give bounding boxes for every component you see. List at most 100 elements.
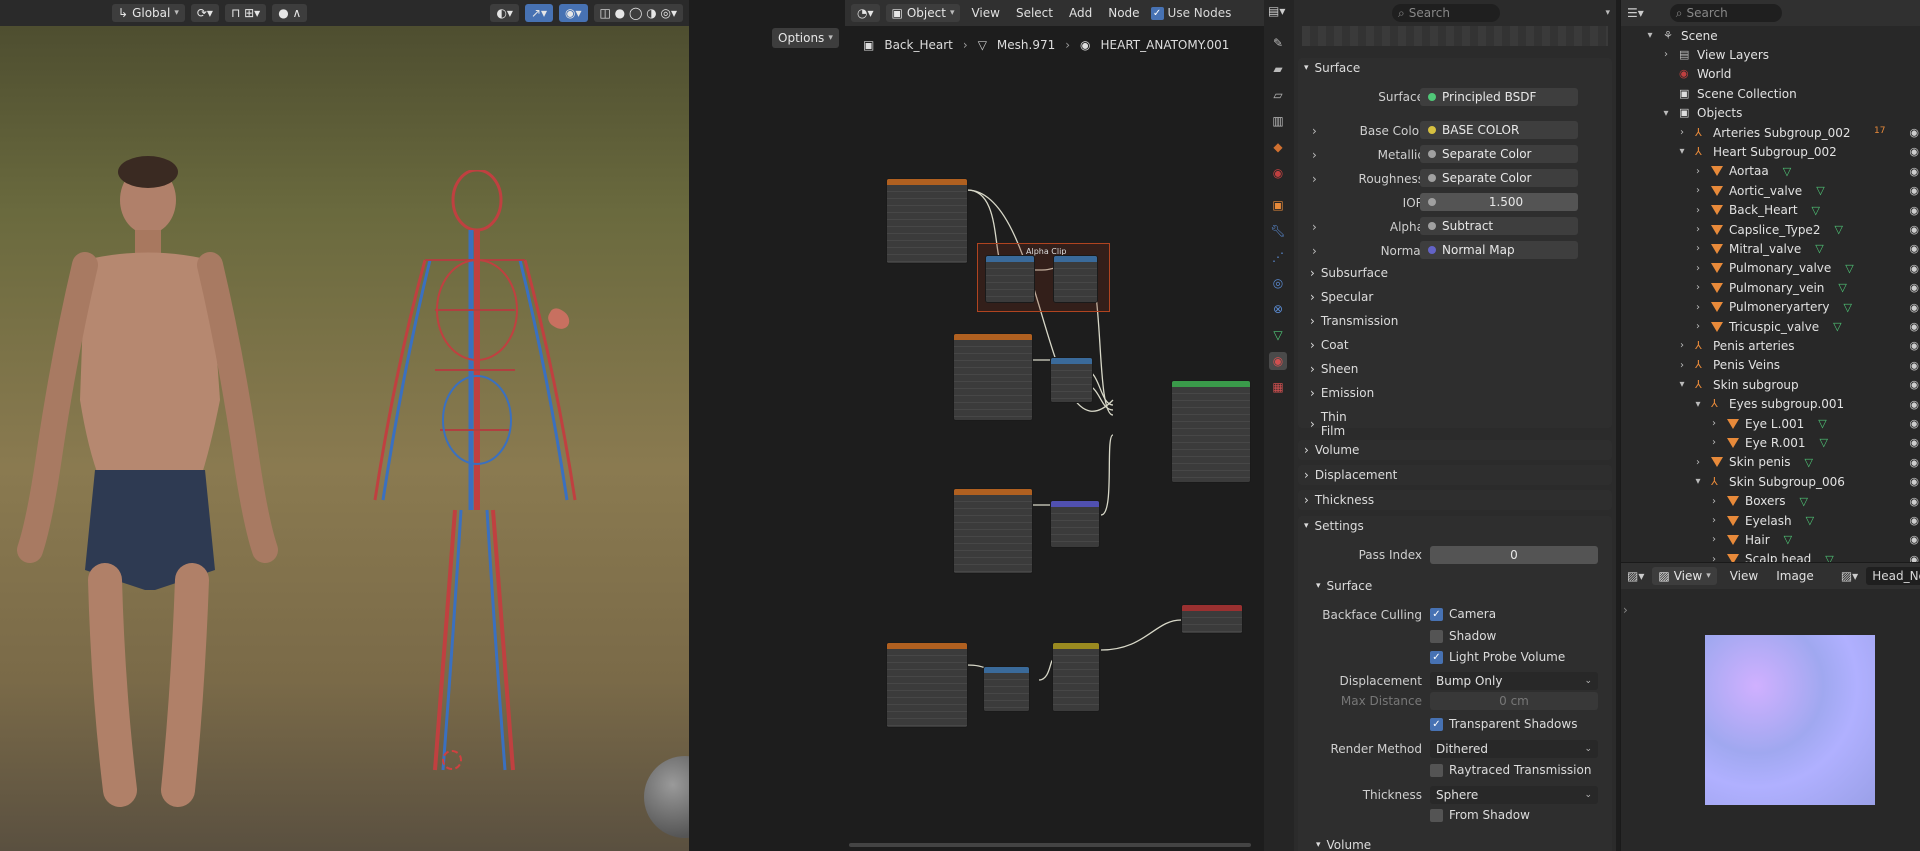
scene-tab-icon[interactable]: ◆ xyxy=(1269,138,1287,156)
chevron-right-icon[interactable]: › xyxy=(1691,282,1705,293)
settings-panel-header[interactable]: ▾ Settings xyxy=(1304,519,1364,533)
chevron-right-icon[interactable]: › xyxy=(1691,243,1705,254)
outliner-item[interactable]: ▾ ▣ Objects xyxy=(1659,104,1742,123)
node-principled-bsdf[interactable] xyxy=(1171,380,1251,483)
node-separate-color-1[interactable] xyxy=(1050,357,1093,403)
visibility-eye-icon[interactable]: ◉ xyxy=(1909,281,1919,294)
human-skin-model[interactable] xyxy=(10,150,300,810)
settings-surface-subheader[interactable]: ▾ Surface xyxy=(1316,579,1372,593)
transform-orientation-dropdown[interactable]: ↳ Global ▾ xyxy=(112,4,185,22)
input-link-field[interactable]: Separate Color xyxy=(1420,145,1578,163)
outliner-item[interactable]: › Boxers ▽ xyxy=(1707,492,1808,511)
menu-view[interactable]: View xyxy=(1725,569,1763,583)
outliner-search[interactable]: ⌕ Search xyxy=(1669,4,1782,22)
chevron-right-icon[interactable]: › xyxy=(1691,166,1705,177)
node-image-texture-sss[interactable] xyxy=(886,642,968,728)
visibility-eye-icon[interactable]: ◉ xyxy=(1909,378,1919,391)
pivot-point-button[interactable]: ⟳▾ xyxy=(190,4,219,22)
subpanel-coat[interactable]: › Coat xyxy=(1310,338,1349,352)
visibility-eye-icon[interactable]: ◉ xyxy=(1909,320,1919,333)
visibility-eye-icon[interactable]: ◉ xyxy=(1909,436,1919,449)
outliner-item[interactable]: › ⅄ Penis arteries xyxy=(1675,336,1794,355)
visibility-eye-icon[interactable]: ◉ xyxy=(1909,475,1919,488)
outliner-type-icon[interactable]: ☰▾ xyxy=(1627,6,1644,20)
subpanel-emission[interactable]: › Emission xyxy=(1310,386,1374,400)
view-mode-dropdown[interactable]: ▨ View ▾ xyxy=(1652,567,1717,585)
visibility-eye-icon[interactable]: ◉ xyxy=(1909,301,1919,314)
tool-tab-icon[interactable]: ✎ xyxy=(1269,34,1287,52)
visibility-eye-icon[interactable]: ◉ xyxy=(1909,533,1919,546)
visibility-eye-icon[interactable]: ◉ xyxy=(1909,456,1919,469)
3d-cursor[interactable] xyxy=(442,750,462,770)
outliner-item[interactable]: › Hair ▽ xyxy=(1707,530,1792,549)
input-link-field[interactable]: Subtract xyxy=(1420,217,1578,235)
chevron-down-icon[interactable]: ▾ xyxy=(1643,30,1657,41)
chevron-right-icon[interactable]: › xyxy=(1707,554,1721,562)
outliner-item[interactable]: › Eye R.001 ▽ xyxy=(1707,433,1828,452)
image-editor[interactable]: ▨▾ ▨ View▾ View Image ▨▾ Head_Ne › xyxy=(1620,562,1920,851)
input-link-field[interactable]: Separate Color xyxy=(1420,169,1578,187)
snap-button[interactable]: ⊓ ⊞▾ xyxy=(224,4,267,22)
modifier-tab-icon[interactable]: 🔧︎ xyxy=(1269,222,1287,240)
chevron-down-icon[interactable]: ▾ xyxy=(1659,108,1673,119)
menu-image[interactable]: Image xyxy=(1771,569,1819,583)
editor-type-icon[interactable]: ▤▾ xyxy=(1268,4,1285,18)
outliner-item[interactable]: › Eyelash ▽ xyxy=(1707,511,1814,530)
displacement-dropdown[interactable]: Bump Only ⌄ xyxy=(1430,672,1598,690)
particles-tab-icon[interactable]: ⋰ xyxy=(1269,248,1287,266)
node-subsurface-strength[interactable] xyxy=(1052,642,1100,712)
outliner-item[interactable]: › Eye L.001 ▽ xyxy=(1707,414,1827,433)
displacement-panel-header[interactable]: › Displacement xyxy=(1304,468,1397,482)
visibility-eye-icon[interactable]: ◉ xyxy=(1909,553,1919,562)
node-editor[interactable]: ◔▾ ▣ Object ▾ View Select Add Node ✓ Use N… xyxy=(845,0,1264,851)
image-name-field[interactable]: Head_Ne xyxy=(1866,567,1920,585)
shadow-checkbox[interactable]: Shadow xyxy=(1430,629,1496,643)
visibility-eye-icon[interactable]: ◉ xyxy=(1909,495,1919,508)
visibility-eye-icon[interactable]: ◉ xyxy=(1909,242,1919,255)
outliner-item[interactable]: › Pulmonary_valve ▽ xyxy=(1691,259,1854,278)
chevron-right-icon[interactable]: › xyxy=(1707,418,1721,429)
chevron-right-icon[interactable]: › xyxy=(1707,496,1721,507)
gizmo-button[interactable]: ↗▾ xyxy=(524,4,554,22)
surface-shader-field[interactable]: Principled BSDF xyxy=(1420,88,1578,106)
outliner-item[interactable]: › Scalp head ▽ xyxy=(1707,550,1834,562)
chevron-right-icon[interactable]: › xyxy=(1691,302,1705,313)
volume-subpanel-bottom[interactable]: ▾ Volume xyxy=(1316,838,1371,851)
surface-panel-header[interactable]: ▾ Surface xyxy=(1304,61,1360,75)
view-layer-tab-icon[interactable]: ▥ xyxy=(1269,112,1287,130)
node-image-texture-metallic[interactable] xyxy=(953,333,1033,421)
editor-type-icon[interactable]: ▨▾ xyxy=(1627,569,1644,583)
volume-panel-header[interactable]: › Volume xyxy=(1304,443,1359,457)
material-tab-icon[interactable]: ◉ xyxy=(1269,352,1287,370)
chevron-right-icon[interactable]: › xyxy=(1675,127,1689,138)
node-normal-map[interactable] xyxy=(1050,500,1100,548)
data-tab-icon[interactable]: ▽ xyxy=(1269,326,1287,344)
outliner-item[interactable]: › Pulmonary_vein ▽ xyxy=(1691,278,1847,297)
subpanel-specular[interactable]: › Specular xyxy=(1310,290,1373,304)
chevron-down-icon[interactable]: ▾ xyxy=(1691,476,1705,487)
camera-checkbox[interactable]: ✓ Camera xyxy=(1430,607,1496,621)
outliner-item[interactable]: ▾ ⅄ Heart Subgroup_002 xyxy=(1675,142,1836,161)
outliner-item[interactable]: › Skin penis ▽ xyxy=(1691,453,1813,472)
thickness-dropdown[interactable]: Sphere ⌄ xyxy=(1430,786,1598,804)
transparent-shadows-checkbox[interactable]: ✓ Transparent Shadows xyxy=(1430,717,1577,731)
visibility-eye-icon[interactable]: ◉ xyxy=(1909,204,1919,217)
outliner-item[interactable]: › ⅄ Penis Veins xyxy=(1675,356,1780,375)
node-less-than[interactable] xyxy=(985,255,1035,303)
properties-search[interactable]: ⌕ Search xyxy=(1392,4,1500,22)
outliner-item[interactable]: › Mitral_valve ▽ xyxy=(1691,239,1824,258)
chevron-down-icon[interactable]: ▾ xyxy=(1675,146,1689,157)
chevron-down-icon[interactable]: ▾ xyxy=(1675,379,1689,390)
input-link-field[interactable]: Normal Map xyxy=(1420,241,1578,259)
outliner-item[interactable]: ▾ ⅄ Skin subgroup xyxy=(1675,375,1798,394)
output-tab-icon[interactable]: ▱ xyxy=(1269,86,1287,104)
physics-tab-icon[interactable]: ◎ xyxy=(1269,274,1287,292)
viewport-3d[interactable]: ↳ Global ▾ ⟳▾ ⊓ ⊞▾ ● ∧ ◐▾ ↗▾ ◉▾ ◫ ● ◯ ◑ ◎▾… xyxy=(0,0,689,851)
outliner-item[interactable]: › Aortic_valve ▽ xyxy=(1691,181,1825,200)
chevron-right-icon[interactable]: › xyxy=(1707,437,1721,448)
from-shadow-checkbox[interactable]: From Shadow xyxy=(1430,808,1530,822)
node-image-texture-base[interactable] xyxy=(886,178,968,264)
outliner-item[interactable]: ▾ ⅄ Eyes subgroup.001 xyxy=(1691,395,1844,414)
chevron-right-icon[interactable]: › xyxy=(1675,360,1689,371)
chevron-down-icon[interactable]: ▾ xyxy=(1691,399,1705,410)
